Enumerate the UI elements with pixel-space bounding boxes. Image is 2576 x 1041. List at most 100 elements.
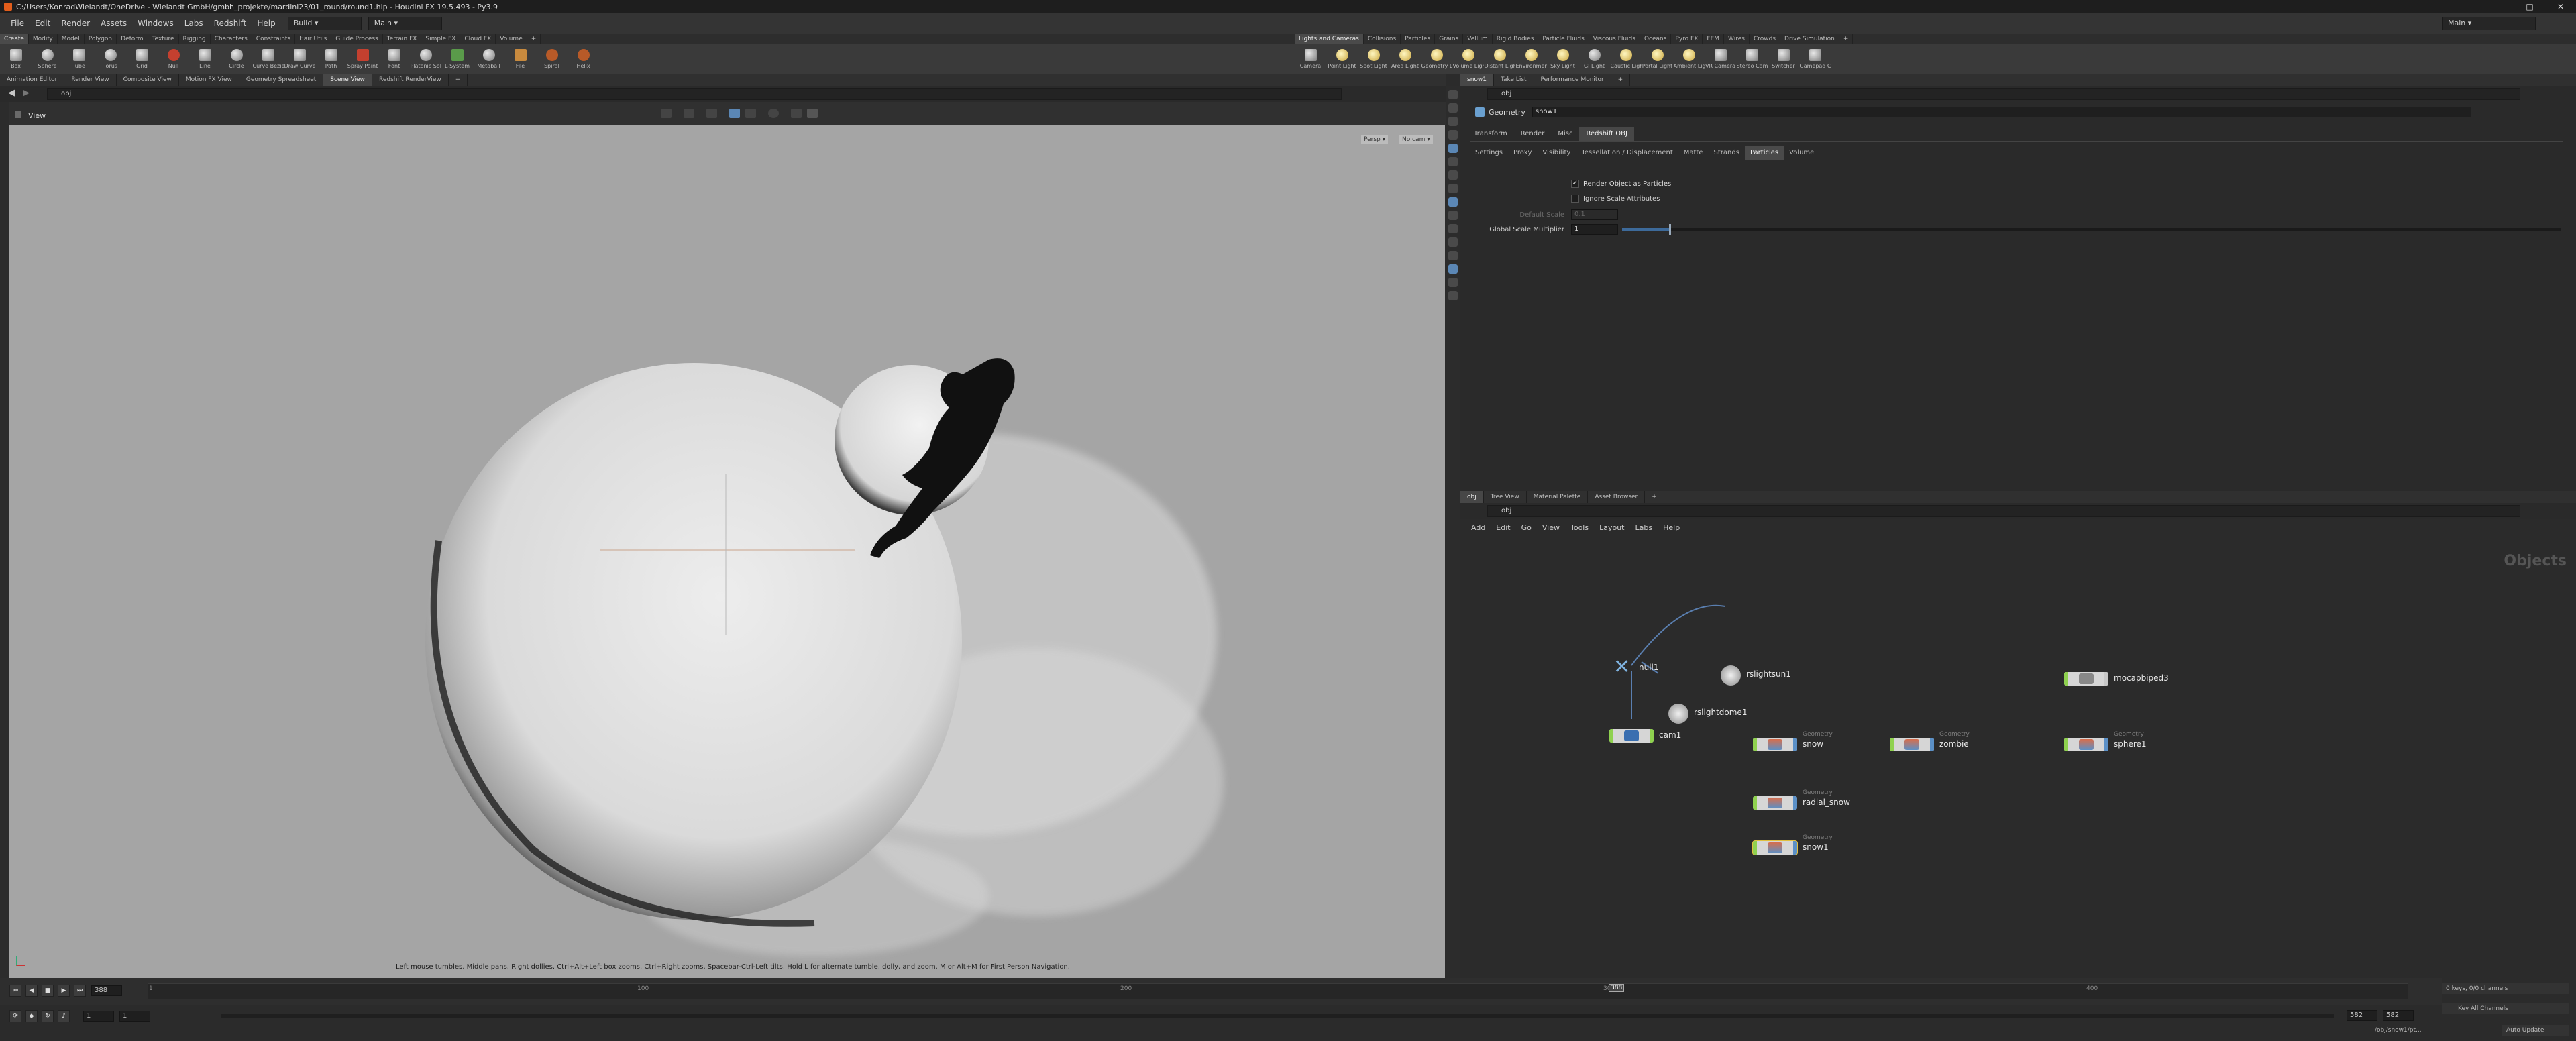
toolbar-icon[interactable] bbox=[1448, 130, 1458, 140]
shelf-tab[interactable]: Rigid Bodies bbox=[1493, 34, 1539, 44]
tool-torus[interactable]: Torus bbox=[95, 44, 126, 74]
toolbar-icon[interactable] bbox=[1448, 264, 1458, 274]
global-scale-field[interactable]: 1 bbox=[1571, 224, 1618, 235]
shelf-tab[interactable]: Drive Simulation bbox=[1780, 34, 1839, 44]
slider-handle[interactable] bbox=[1669, 224, 1671, 235]
back-arrow-icon[interactable]: ◀ bbox=[8, 88, 15, 98]
grid-toggle-icon[interactable] bbox=[729, 109, 740, 118]
snap-icon[interactable] bbox=[661, 109, 672, 118]
tool-draw-curve[interactable]: Draw Curve bbox=[284, 44, 315, 74]
shelf-tab[interactable]: Oceans bbox=[1640, 34, 1672, 44]
tab-scene-view[interactable]: Scene View bbox=[323, 74, 372, 86]
select-icon[interactable] bbox=[684, 109, 694, 118]
transform-icon[interactable] bbox=[706, 109, 717, 118]
subtab-tessellation[interactable]: Tessellation / Displacement bbox=[1576, 146, 1678, 160]
play-button[interactable]: ▶ bbox=[58, 985, 70, 997]
shelf-tab[interactable]: Rigging bbox=[179, 34, 211, 44]
toolbar-icon[interactable] bbox=[1448, 237, 1458, 247]
display-icon[interactable] bbox=[745, 109, 756, 118]
tool-spot-light[interactable]: Spot Light bbox=[1358, 44, 1389, 74]
shelf-tab[interactable]: Hair Utils bbox=[295, 34, 332, 44]
shelf-tab[interactable]: Vellum bbox=[1463, 34, 1493, 44]
tool-caustic-light[interactable]: Caustic Light bbox=[1610, 44, 1642, 74]
tool-area-light[interactable]: Area Light bbox=[1389, 44, 1421, 74]
tab-redshift-obj[interactable]: Redshift OBJ bbox=[1579, 127, 1634, 141]
auto-update-button[interactable]: Auto Update bbox=[2502, 1025, 2569, 1036]
stop-button[interactable]: ■ bbox=[42, 985, 54, 997]
shelf-tab[interactable]: Pyro FX bbox=[1671, 34, 1703, 44]
shelf-tab[interactable]: Characters bbox=[211, 34, 252, 44]
toolbar-icon[interactable] bbox=[1448, 157, 1458, 166]
maximize-button[interactable]: □ bbox=[2514, 0, 2545, 13]
shelf-tab[interactable]: Collisions bbox=[1364, 34, 1401, 44]
scene-viewport[interactable]: Persp ▾ No cam ▾ bbox=[9, 125, 1445, 978]
tool-curve-bezier[interactable]: Curve Bezier bbox=[252, 44, 284, 74]
menu-windows[interactable]: Windows bbox=[132, 13, 179, 34]
subtab-strands[interactable]: Strands bbox=[1709, 146, 1745, 160]
tab-transform[interactable]: Transform bbox=[1467, 127, 1514, 141]
tool-platonic[interactable]: Platonic Solids bbox=[410, 44, 441, 74]
toolbar-icon[interactable] bbox=[1448, 251, 1458, 260]
tab-render[interactable]: Render bbox=[1514, 127, 1552, 141]
tab-performance-monitor[interactable]: Performance Monitor bbox=[1534, 74, 1611, 86]
shelf-tab[interactable]: Texture bbox=[148, 34, 179, 44]
tool-grid[interactable]: Grid bbox=[126, 44, 158, 74]
tool-environment-light[interactable]: Environment Light bbox=[1515, 44, 1547, 74]
shelf-tab[interactable]: Grains bbox=[1435, 34, 1464, 44]
viewport-menu-icon[interactable] bbox=[15, 111, 21, 118]
key-icon[interactable]: ◆ bbox=[25, 1010, 38, 1022]
add-tab-icon[interactable]: + bbox=[449, 74, 468, 86]
tab-composite-view[interactable]: Composite View bbox=[117, 74, 179, 86]
add-shelf-tab-icon[interactable]: + bbox=[527, 34, 541, 44]
tool-file[interactable]: File bbox=[504, 44, 536, 74]
shelf-tab[interactable]: Wires bbox=[1724, 34, 1750, 44]
tab-animation-editor[interactable]: Animation Editor bbox=[0, 74, 65, 86]
tool-spray-paint[interactable]: Spray Paint bbox=[347, 44, 378, 74]
current-frame-field[interactable]: 388 bbox=[91, 985, 122, 996]
shelf-tab[interactable]: Polygon bbox=[85, 34, 117, 44]
realtime-toggle-icon[interactable]: ⟳ bbox=[9, 1010, 21, 1022]
toolbar-icon[interactable] bbox=[1448, 90, 1458, 99]
shelf-tab[interactable]: Volume bbox=[496, 34, 527, 44]
shelf-tab[interactable]: Modify bbox=[29, 34, 58, 44]
node-rslightsun1[interactable]: rslightsun1 bbox=[1721, 665, 1791, 686]
range-start2-field[interactable]: 1 bbox=[119, 1011, 150, 1022]
menu-assets[interactable]: Assets bbox=[95, 13, 132, 34]
subtab-proxy[interactable]: Proxy bbox=[1508, 146, 1537, 160]
menu-help[interactable]: Help bbox=[252, 13, 280, 34]
shelf-tab[interactable]: Guide Process bbox=[331, 34, 383, 44]
node-null1[interactable]: ✕ null1 bbox=[1613, 657, 1659, 677]
toolbar-icon[interactable] bbox=[1448, 224, 1458, 233]
toolbar-icon[interactable] bbox=[1448, 211, 1458, 220]
shelf-tab[interactable]: Constraints bbox=[252, 34, 296, 44]
tool-distant-light[interactable]: Distant Light bbox=[1484, 44, 1515, 74]
tool-lsystem[interactable]: L-System bbox=[441, 44, 473, 74]
toolbar-icon[interactable] bbox=[1448, 184, 1458, 193]
tool-helix[interactable]: Helix bbox=[568, 44, 599, 74]
tool-vr-camera[interactable]: VR Camera bbox=[1705, 44, 1736, 74]
shelf-tab[interactable]: Terrain FX bbox=[383, 34, 422, 44]
ignore-scale-checkbox[interactable] bbox=[1571, 195, 1579, 203]
subtab-volume[interactable]: Volume bbox=[1784, 146, 1819, 160]
param-path-field[interactable]: obj bbox=[1487, 88, 2520, 100]
global-scale-slider[interactable] bbox=[1622, 224, 2561, 235]
range-start-field[interactable]: 1 bbox=[83, 1011, 114, 1022]
shelf-tab[interactable]: Model bbox=[58, 34, 85, 44]
node-rslightdome1[interactable]: rslightdome1 bbox=[1668, 704, 1747, 724]
render-as-particles-checkbox[interactable]: ✓ bbox=[1571, 180, 1579, 188]
tab-misc[interactable]: Misc bbox=[1551, 127, 1579, 141]
tool-switcher[interactable]: Switcher bbox=[1768, 44, 1799, 74]
subtab-settings[interactable]: Settings bbox=[1470, 146, 1508, 160]
frame-marker[interactable]: 388 bbox=[1609, 984, 1625, 992]
right-main-dropdown[interactable]: Main ▾ bbox=[2442, 17, 2536, 30]
tool-font[interactable]: Font bbox=[378, 44, 410, 74]
shelf-tab[interactable]: Cloud FX bbox=[460, 34, 496, 44]
shelf-tab-create[interactable]: Create bbox=[0, 34, 29, 44]
range-slider[interactable] bbox=[221, 1014, 2334, 1018]
toolbar-icon[interactable] bbox=[1448, 103, 1458, 113]
tool-box[interactable]: Box bbox=[0, 44, 32, 74]
path-field[interactable]: obj bbox=[47, 88, 1342, 100]
main-dropdown[interactable]: Main ▾ bbox=[368, 17, 442, 30]
tab-take-list[interactable]: Take List bbox=[1494, 74, 1534, 86]
tab-snow1[interactable]: snow1 bbox=[1460, 74, 1494, 86]
